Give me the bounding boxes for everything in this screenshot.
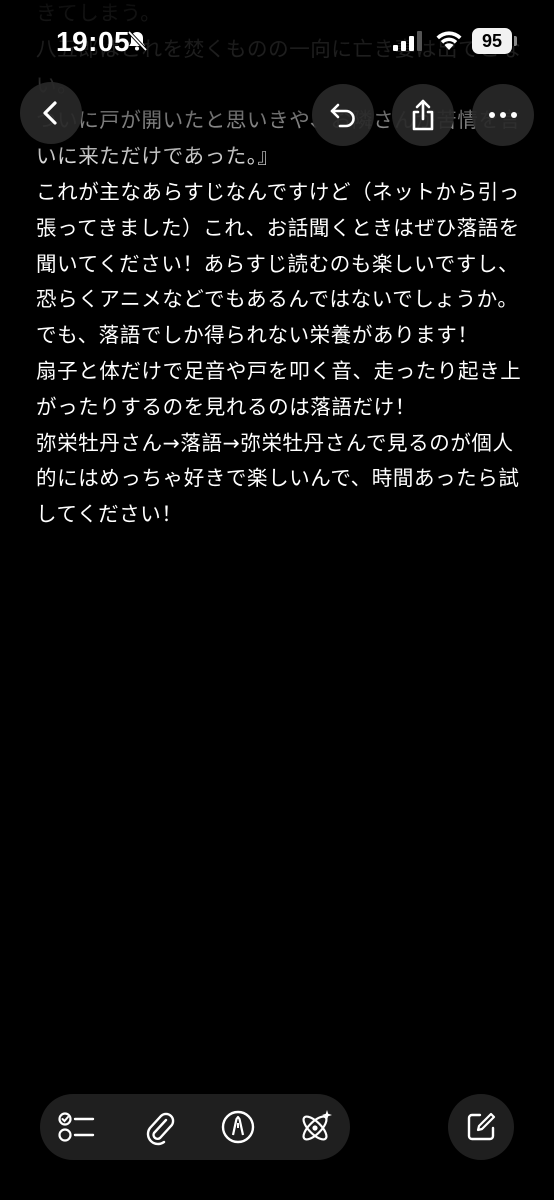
checklist-icon <box>58 1112 95 1142</box>
cellular-signal-icon <box>393 31 422 51</box>
undo-icon <box>330 103 355 128</box>
battery-tip <box>514 36 517 46</box>
wifi-icon <box>436 31 462 50</box>
ai-tools-button[interactable] <box>292 1104 338 1150</box>
pen-circle-icon <box>221 1110 255 1144</box>
compose-button[interactable] <box>448 1094 514 1160</box>
chevron-left-icon <box>43 101 57 125</box>
status-bar: 19:05 95 <box>0 0 554 80</box>
bell-slash-icon <box>127 30 148 52</box>
sparkle-atom-icon <box>302 1110 332 1141</box>
bottom-toolbar <box>40 1094 350 1160</box>
paperclip-icon <box>146 1112 175 1146</box>
back-button[interactable] <box>20 82 82 144</box>
checklist-button[interactable] <box>54 1104 100 1150</box>
more-icon <box>489 112 517 118</box>
share-button[interactable] <box>392 84 454 146</box>
compose-icon <box>467 1112 496 1141</box>
more-button[interactable] <box>472 84 534 146</box>
battery-level: 95 <box>472 28 512 54</box>
status-time: 19:05 <box>56 26 131 57</box>
markup-button[interactable] <box>215 1104 261 1150</box>
undo-button[interactable] <box>312 84 374 146</box>
attach-button[interactable] <box>136 1104 182 1150</box>
share-icon <box>412 99 434 131</box>
